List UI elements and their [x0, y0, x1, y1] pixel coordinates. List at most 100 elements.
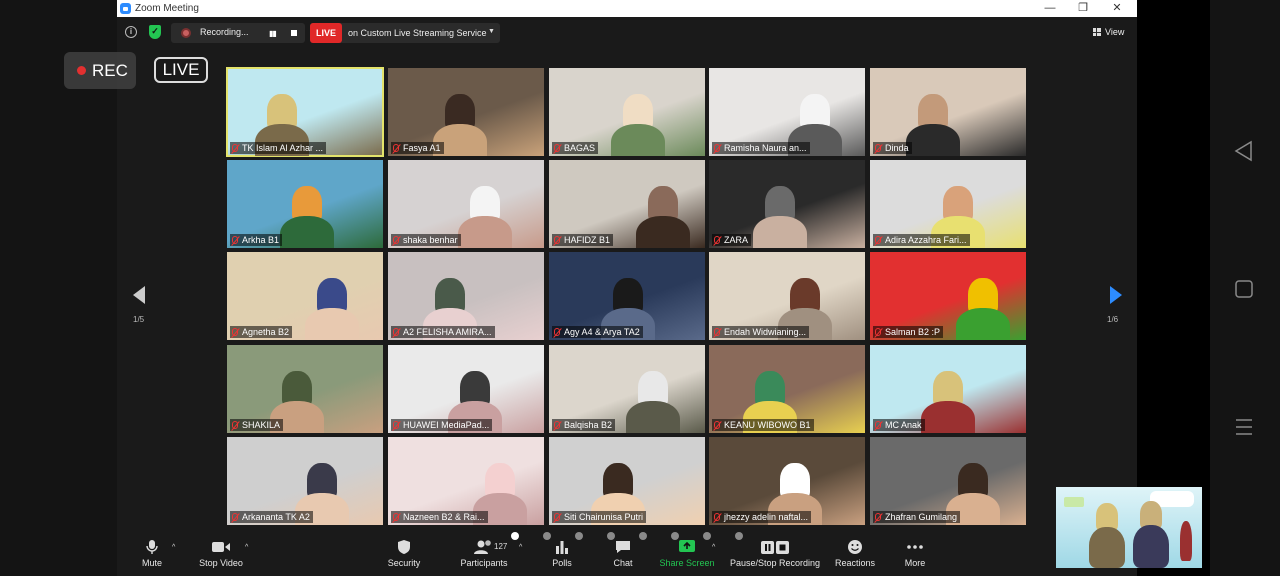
participant-name-label: MC Anak: [873, 419, 925, 431]
stop-video-button[interactable]: Stop Video: [195, 533, 247, 568]
participant-video-tile[interactable]: BAGAS: [549, 68, 705, 156]
participant-name-label: Agnetha B2: [230, 326, 293, 338]
mic-muted-icon: [232, 328, 238, 336]
recording-indicator: Recording... ▮▮: [171, 23, 305, 43]
recording-label: Recording...: [200, 27, 249, 37]
participant-name: KEANU WIBOWO B1: [724, 420, 811, 430]
grid-icon: [1093, 28, 1101, 36]
window-title: Zoom Meeting: [135, 3, 199, 14]
participants-options-caret[interactable]: ^: [519, 544, 522, 551]
close-button[interactable]: ✕: [1102, 0, 1132, 17]
pause-stop-recording-label: Pause/Stop Recording: [729, 558, 821, 568]
participant-video-tile[interactable]: HUAWEI MediaPad...: [388, 345, 544, 433]
rec-overlay-label: REC: [92, 61, 128, 80]
participant-video-tile[interactable]: KEANU WIBOWO B1: [709, 345, 865, 433]
participant-video-figure: [305, 308, 359, 340]
page-dot: [607, 532, 615, 540]
participant-video-tile[interactable]: TK Islam Al Azhar ...: [226, 67, 384, 157]
share-options-caret[interactable]: ^: [712, 544, 715, 551]
reactions-button[interactable]: Reactions: [835, 533, 875, 568]
participant-video-tile[interactable]: Adira Azzahra Fari...: [870, 160, 1026, 248]
participant-name: MC Anak: [885, 420, 922, 430]
participant-name: Balqisha B2: [564, 420, 613, 430]
mic-muted-icon: [232, 421, 238, 429]
participant-name: Agnetha B2: [242, 327, 290, 337]
participant-video-tile[interactable]: Siti Chairunisa Putri: [549, 437, 705, 525]
share-screen-label: Share Screen: [659, 558, 715, 568]
participant-video-tile[interactable]: MC Anak: [870, 345, 1026, 433]
participant-video-tile[interactable]: HAFIDZ B1: [549, 160, 705, 248]
polls-button[interactable]: Polls: [547, 533, 577, 568]
participant-video-tile[interactable]: Agnetha B2: [227, 252, 383, 340]
video-options-caret[interactable]: ^: [245, 544, 248, 551]
more-label: More: [904, 558, 926, 568]
back-icon[interactable]: [1233, 140, 1255, 162]
participant-name-label: Arkananta TK A2: [230, 511, 313, 523]
share-screen-icon: [679, 540, 695, 552]
restore-button[interactable]: ❐: [1068, 0, 1098, 17]
participant-video-figure: [458, 216, 512, 248]
participant-video-figure: [636, 216, 690, 248]
participant-name-label: Salman B2 :P: [873, 326, 944, 338]
participant-video-tile[interactable]: Zhafran Gumilang: [870, 437, 1026, 525]
participant-name: Salman B2 :P: [885, 327, 941, 337]
participant-name-label: Agy A4 & Arya TA2: [552, 326, 643, 338]
participant-name-label: TK Islam Al Azhar ...: [230, 142, 327, 154]
mic-muted-icon: [714, 144, 720, 152]
participant-name: BAGAS: [564, 143, 596, 153]
meeting-top-bar: i ✓ Recording... ▮▮ LIVE on Custom Live …: [117, 22, 1137, 44]
info-icon[interactable]: i: [125, 26, 137, 38]
menu-icon[interactable]: [1234, 417, 1254, 437]
participant-video-tile[interactable]: A2 FELISHA AMIRA...: [388, 252, 544, 340]
security-button[interactable]: Security: [385, 533, 423, 568]
participant-video-tile[interactable]: Ramisha Naura an...: [709, 68, 865, 156]
reactions-label: Reactions: [835, 558, 876, 568]
participant-video-tile[interactable]: Arkha B1: [227, 160, 383, 248]
home-icon[interactable]: [1234, 279, 1254, 299]
polls-icon: [556, 541, 568, 554]
participant-video-tile[interactable]: Arkananta TK A2: [227, 437, 383, 525]
next-page-arrow[interactable]: [1110, 286, 1122, 304]
participant-video-tile[interactable]: SHAKILA: [227, 345, 383, 433]
participant-video-tile[interactable]: Dinda: [870, 68, 1026, 156]
participant-video-tile[interactable]: Fasya A1: [388, 68, 544, 156]
participant-name-label: Arkha B1: [230, 234, 283, 246]
mic-muted-icon: [875, 328, 881, 336]
participant-video-tile[interactable]: Nazneen B2 & Rai...: [388, 437, 544, 525]
participant-video-tile[interactable]: Salman B2 :P: [870, 252, 1026, 340]
audio-options-caret[interactable]: ^: [172, 544, 175, 551]
shield-icon[interactable]: ✓: [149, 25, 161, 39]
participant-video-tile[interactable]: shaka benhar: [388, 160, 544, 248]
live-overlay: LIVE: [154, 57, 208, 83]
participant-video-tile[interactable]: ZARA: [709, 160, 865, 248]
self-view-video[interactable]: [1056, 487, 1202, 568]
participant-name: Ramisha Naura an...: [724, 143, 807, 153]
participant-video-tile[interactable]: Agy A4 & Arya TA2: [549, 252, 705, 340]
participant-video-tile[interactable]: Balqisha B2: [549, 345, 705, 433]
zoom-window: Zoom Meeting — ❐ ✕ i ✓ Recording... ▮▮ L…: [117, 0, 1137, 576]
mic-muted-icon: [714, 236, 720, 244]
previous-page-arrow[interactable]: [133, 286, 145, 304]
participant-video-tile[interactable]: Endah Widwianing...: [709, 252, 865, 340]
pause-recording-icon[interactable]: ▮▮: [269, 29, 277, 38]
minimize-button[interactable]: —: [1035, 0, 1065, 17]
view-button[interactable]: View: [1093, 27, 1124, 37]
recording-dot-icon: [181, 28, 191, 38]
page-indicator-right: 1/6: [1107, 315, 1119, 324]
participant-name-label: Zhafran Gumilang: [873, 511, 961, 523]
view-label: View: [1105, 27, 1125, 37]
page-dot: [735, 532, 743, 540]
more-button[interactable]: More: [900, 533, 930, 568]
rec-dot-icon: [77, 66, 86, 75]
mute-button[interactable]: Mute: [137, 533, 167, 568]
live-stream-indicator[interactable]: LIVE on Custom Live Streaming Service ▼: [310, 23, 500, 43]
reactions-icon: [848, 540, 862, 554]
mic-muted-icon: [232, 236, 238, 244]
stop-recording-icon[interactable]: [291, 30, 297, 36]
participant-name-label: Fasya A1: [391, 142, 444, 154]
participant-video-tile[interactable]: jhezzy adelin naftal...: [709, 437, 865, 525]
participant-name: shaka benhar: [403, 235, 458, 245]
live-stream-text: on Custom Live Streaming Service: [348, 28, 487, 38]
title-bar: Zoom Meeting — ❐ ✕: [117, 0, 1137, 17]
participant-name-label: HAFIDZ B1: [552, 234, 614, 246]
